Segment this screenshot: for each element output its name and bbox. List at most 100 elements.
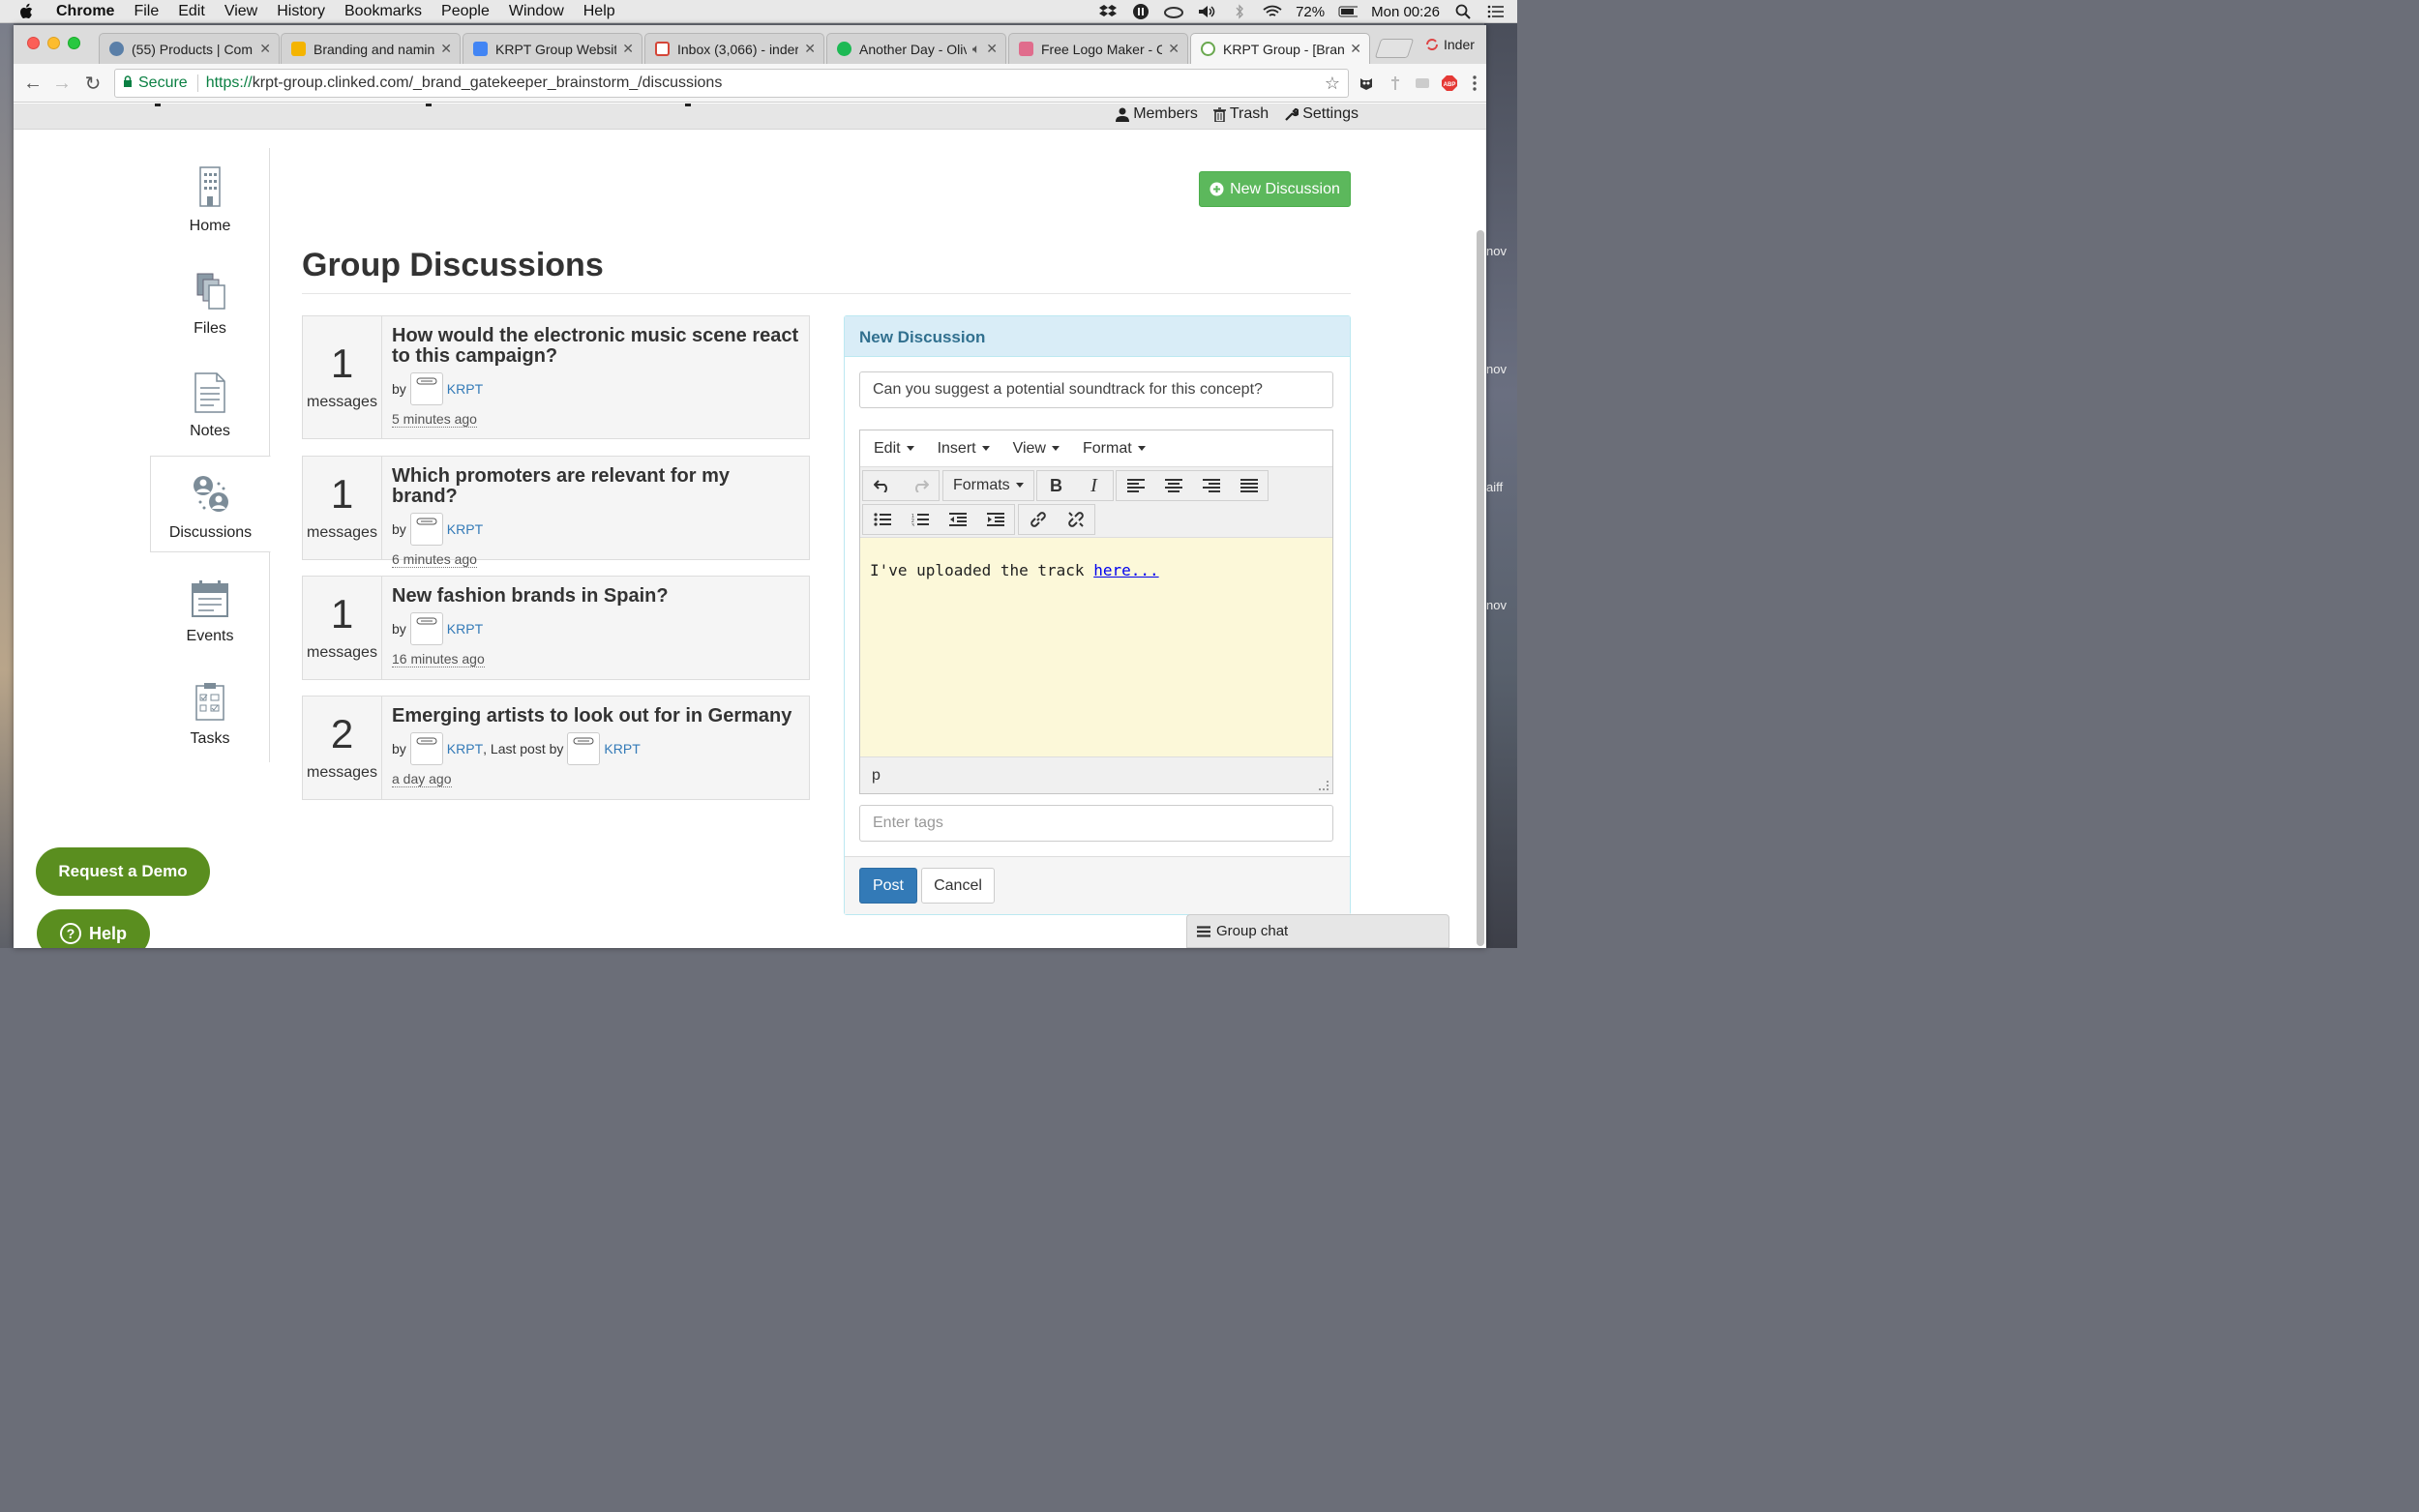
sidebar-item-notes[interactable]: Notes bbox=[150, 353, 270, 450]
browser-tab-active[interactable]: KRPT Group - [Branc ✕ bbox=[1190, 33, 1370, 64]
menu-file[interactable]: File bbox=[134, 3, 159, 20]
discussion-title[interactable]: Emerging artists to look out for in Germ… bbox=[392, 706, 799, 726]
browser-tab[interactable]: (55) Products | Com ✕ bbox=[99, 33, 280, 64]
extension-pin-icon[interactable] bbox=[1386, 74, 1405, 93]
unlink-icon[interactable] bbox=[1057, 505, 1094, 534]
tab-audio-icon[interactable]: 🔈︎ bbox=[972, 41, 980, 57]
avatar[interactable] bbox=[409, 732, 443, 765]
italic-icon[interactable]: I bbox=[1075, 471, 1113, 500]
tab-close-icon[interactable]: ✕ bbox=[259, 41, 271, 57]
browser-tab[interactable]: Free Logo Maker - C ✕ bbox=[1008, 33, 1188, 64]
discussion-item[interactable]: 2 messages Emerging artists to look out … bbox=[302, 696, 810, 800]
page-scrollbar[interactable] bbox=[1477, 230, 1484, 946]
forward-button[interactable]: → bbox=[50, 72, 74, 95]
status-app-icon[interactable] bbox=[1131, 4, 1150, 19]
sidebar-item-discussions[interactable]: Discussions bbox=[150, 456, 271, 552]
cancel-button[interactable]: Cancel bbox=[921, 868, 995, 904]
tags-input[interactable]: Enter tags bbox=[859, 805, 1333, 842]
creative-cloud-icon[interactable] bbox=[1164, 4, 1184, 19]
discussion-item[interactable]: 1 messages How would the electronic musi… bbox=[302, 315, 810, 439]
browser-tab[interactable]: Another Day - Oliv 🔈︎ ✕ bbox=[826, 33, 1006, 64]
menu-edit[interactable]: Edit bbox=[178, 3, 205, 20]
discussion-title[interactable]: Which promoters are relevant for my bran… bbox=[392, 466, 799, 507]
indent-icon[interactable] bbox=[976, 505, 1014, 534]
spotlight-search-icon[interactable] bbox=[1453, 4, 1473, 19]
menubar-clock[interactable]: Mon 00:26 bbox=[1371, 4, 1440, 20]
editor-menu-format[interactable]: Format bbox=[1083, 440, 1146, 458]
redo-icon[interactable] bbox=[901, 471, 939, 500]
editor-content-area[interactable]: I've uploaded the track here... bbox=[860, 538, 1332, 756]
sidebar-item-files[interactable]: Files bbox=[150, 251, 270, 347]
bold-icon[interactable]: B bbox=[1037, 471, 1075, 500]
undo-icon[interactable] bbox=[863, 471, 901, 500]
menu-window[interactable]: Window bbox=[509, 3, 564, 20]
new-discussion-button[interactable]: New Discussion bbox=[1199, 171, 1351, 207]
avatar[interactable] bbox=[567, 732, 601, 765]
zoom-window-button[interactable] bbox=[68, 37, 80, 49]
outdent-icon[interactable] bbox=[939, 505, 976, 534]
sidebar-item-home[interactable]: Home bbox=[150, 148, 270, 245]
browser-tab[interactable]: Branding and naming ✕ bbox=[281, 33, 461, 64]
resize-handle-icon[interactable] bbox=[1319, 781, 1329, 790]
menu-history[interactable]: History bbox=[277, 3, 325, 20]
reload-button[interactable]: ↻ bbox=[81, 72, 105, 95]
avatar[interactable] bbox=[409, 513, 443, 546]
help-button[interactable]: ? Help bbox=[37, 909, 150, 948]
sidebar-item-events[interactable]: Events bbox=[150, 558, 270, 655]
last-author-link[interactable]: KRPT bbox=[604, 741, 640, 756]
bullet-list-icon[interactable] bbox=[863, 505, 901, 534]
dropbox-icon[interactable] bbox=[1098, 4, 1118, 19]
align-justify-icon[interactable] bbox=[1230, 471, 1268, 500]
tab-close-icon[interactable]: ✕ bbox=[1168, 41, 1180, 57]
avatar[interactable] bbox=[409, 372, 443, 405]
link-icon[interactable] bbox=[1019, 505, 1057, 534]
members-link[interactable]: Members bbox=[1116, 105, 1198, 123]
menu-help[interactable]: Help bbox=[583, 3, 615, 20]
trash-link[interactable]: Trash bbox=[1212, 105, 1269, 123]
battery-icon[interactable] bbox=[1338, 4, 1359, 19]
back-button[interactable]: ← bbox=[21, 72, 45, 95]
editor-link[interactable]: here... bbox=[1093, 561, 1158, 579]
element-path[interactable]: p bbox=[872, 767, 881, 784]
tab-close-icon[interactable]: ✕ bbox=[622, 41, 634, 57]
author-link[interactable]: KRPT bbox=[447, 521, 483, 537]
adblock-plus-icon[interactable]: ABP bbox=[1440, 74, 1459, 93]
discussion-title[interactable]: How would the electronic music scene rea… bbox=[392, 326, 799, 367]
group-chat-toggle[interactable]: Group chat bbox=[1186, 914, 1449, 948]
wifi-icon[interactable] bbox=[1263, 4, 1282, 19]
post-button[interactable]: Post bbox=[859, 868, 917, 904]
browser-tab[interactable]: KRPT Group Website ✕ bbox=[463, 33, 642, 64]
numbered-list-icon[interactable]: 123 bbox=[901, 505, 939, 534]
subject-input[interactable]: Can you suggest a potential soundtrack f… bbox=[859, 371, 1333, 408]
author-link[interactable]: KRPT bbox=[447, 621, 483, 637]
discussion-title[interactable]: New fashion brands in Spain? bbox=[392, 586, 799, 607]
notification-center-icon[interactable] bbox=[1486, 4, 1506, 19]
editor-menu-view[interactable]: View bbox=[1013, 440, 1060, 458]
bookmark-star-icon[interactable]: ☆ bbox=[1325, 74, 1340, 94]
menu-people[interactable]: People bbox=[441, 3, 490, 20]
tab-close-icon[interactable]: ✕ bbox=[986, 41, 998, 57]
menu-bookmarks[interactable]: Bookmarks bbox=[344, 3, 422, 20]
volume-icon[interactable] bbox=[1197, 4, 1216, 19]
minimize-window-button[interactable] bbox=[47, 37, 60, 49]
new-tab-button[interactable] bbox=[1374, 39, 1415, 58]
browser-tab[interactable]: Inbox (3,066) - inder ✕ bbox=[644, 33, 824, 64]
formats-dropdown[interactable]: Formats bbox=[943, 477, 1033, 494]
editor-menu-edit[interactable]: Edit bbox=[874, 440, 914, 458]
profile-button[interactable]: Inder bbox=[1424, 37, 1475, 52]
tab-close-icon[interactable]: ✕ bbox=[1350, 41, 1361, 57]
editor-menu-insert[interactable]: Insert bbox=[938, 440, 990, 458]
apple-menu-icon[interactable] bbox=[19, 3, 43, 20]
author-link[interactable]: KRPT bbox=[447, 741, 483, 756]
menu-view[interactable]: View bbox=[224, 3, 257, 20]
avatar[interactable] bbox=[409, 612, 443, 645]
request-demo-button[interactable]: Request a Demo bbox=[36, 847, 210, 896]
discussion-item[interactable]: 1 messages Which promoters are relevant … bbox=[302, 456, 810, 568]
tab-close-icon[interactable]: ✕ bbox=[804, 41, 816, 57]
align-right-icon[interactable] bbox=[1192, 471, 1230, 500]
align-left-icon[interactable] bbox=[1117, 471, 1154, 500]
extension-owl-icon[interactable] bbox=[1357, 74, 1376, 93]
close-window-button[interactable] bbox=[27, 37, 40, 49]
discussion-item[interactable]: 1 messages New fashion brands in Spain? … bbox=[302, 576, 810, 680]
settings-link[interactable]: Settings bbox=[1284, 105, 1359, 123]
